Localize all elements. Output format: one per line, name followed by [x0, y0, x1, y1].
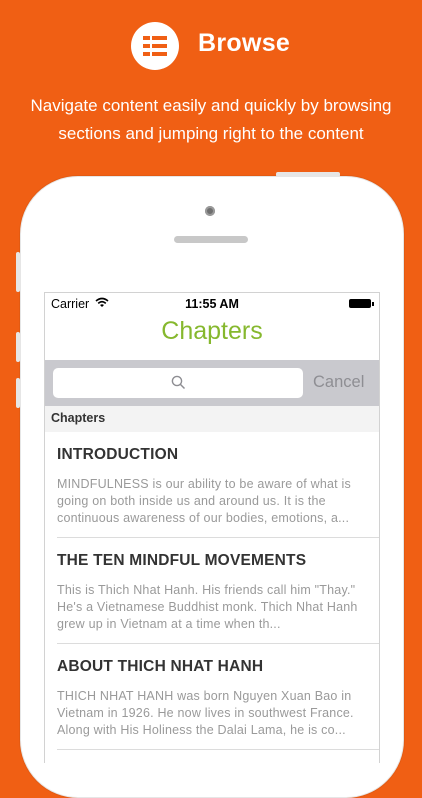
list-icon	[131, 22, 179, 70]
list-item[interactable]: ABOUT THICH NHAT HANH THICH NHAT HANH wa…	[57, 644, 379, 750]
phone-side-button	[16, 252, 20, 292]
phone-screen: Carrier 11:55 AM Chapters Cancel Chapter…	[44, 292, 380, 763]
promo-header: Browse Navigate content easily and quick…	[0, 0, 422, 160]
phone-side-button	[16, 378, 20, 408]
chapter-excerpt: This is Thich Nhat Hanh. His friends cal…	[57, 583, 358, 631]
search-input[interactable]	[53, 368, 303, 398]
chapter-title: THE TEN MINDFUL MOVEMENTS	[57, 552, 307, 569]
navbar-title: Chapters	[161, 317, 263, 345]
status-bar: Carrier 11:55 AM	[45, 293, 379, 315]
section-header-label: Chapters	[51, 411, 106, 425]
chapter-list: INTRODUCTION MINDFULNESS is our ability …	[45, 432, 379, 750]
section-header: Chapters	[45, 406, 379, 432]
battery-icon	[349, 299, 374, 308]
camera-icon	[205, 206, 215, 216]
search-icon	[171, 375, 186, 390]
chapter-title: INTRODUCTION	[57, 446, 179, 463]
status-time: 11:55 AM	[185, 297, 239, 311]
list-item[interactable]: INTRODUCTION MINDFULNESS is our ability …	[57, 432, 379, 538]
list-item[interactable]: THE TEN MINDFUL MOVEMENTS This is Thich …	[57, 538, 379, 644]
promo-subtitle: Navigate content easily and quickly by b…	[30, 96, 392, 143]
speaker-grille	[174, 236, 248, 243]
promo-title: Browse	[198, 29, 291, 57]
chapter-title: ABOUT THICH NHAT HANH	[57, 658, 264, 675]
chapter-excerpt: MINDFULNESS is our ability to be aware o…	[57, 477, 351, 525]
phone-top-button	[276, 172, 340, 177]
cancel-button[interactable]: Cancel	[313, 373, 364, 392]
chapter-excerpt: THICH NHAT HANH was born Nguyen Xuan Bao…	[57, 689, 354, 737]
phone-side-button	[16, 332, 20, 362]
search-bar: Cancel	[45, 360, 379, 406]
